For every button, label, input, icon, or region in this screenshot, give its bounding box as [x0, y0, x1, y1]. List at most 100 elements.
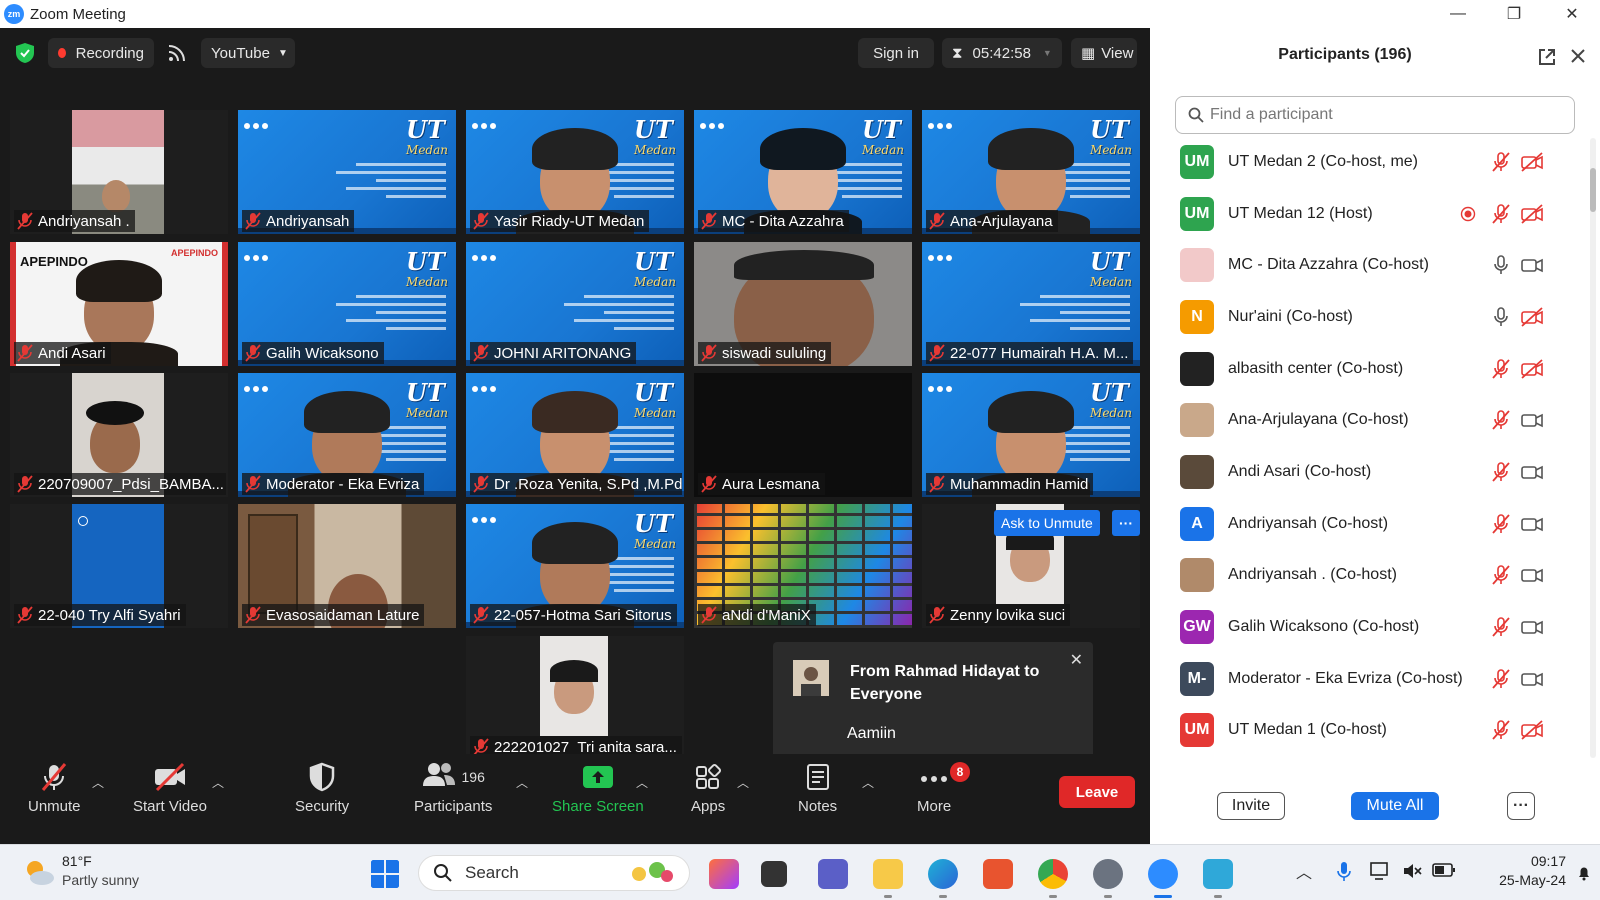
participant-row[interactable]: UM UT Medan 1 (Co-host) [1150, 705, 1580, 756]
encryption-shield-icon[interactable] [15, 42, 35, 64]
video-icon[interactable] [1520, 564, 1544, 586]
participant-row[interactable]: Ana-Arjulayana (Co-host) [1150, 394, 1580, 446]
video-tile[interactable]: UT Medan Muhammadin Hamid [922, 373, 1140, 497]
mic-muted-icon[interactable] [1490, 203, 1512, 225]
file-explorer-icon[interactable] [873, 859, 903, 889]
video-icon[interactable] [1520, 616, 1544, 638]
video-off-icon[interactable] [1520, 306, 1544, 328]
invite-button[interactable]: Invite [1217, 792, 1285, 820]
pop-out-icon[interactable] [1538, 48, 1556, 66]
microsoft-store-icon[interactable] [983, 859, 1013, 889]
settings-gear-icon[interactable] [1093, 859, 1123, 889]
notes-button[interactable]: Notes [798, 762, 837, 815]
sign-in-button[interactable]: Sign in [858, 38, 934, 68]
microphone-icon[interactable] [1490, 306, 1512, 328]
video-tile[interactable]: UT Medan Galih Wicaksono [238, 242, 456, 366]
video-tile[interactable]: Evasosaidaman Lature [238, 504, 456, 628]
meeting-timer[interactable]: ⧗ 05:42:58 ▼ [942, 38, 1062, 68]
video-tile[interactable]: UT Medan 22-077 Humairah H.A. M... [922, 242, 1140, 366]
video-tile[interactable]: Andriyansah . [10, 110, 228, 234]
participant-row[interactable]: N Nur'aini (Co-host) [1150, 291, 1580, 343]
panel-more-button[interactable]: ··· [1507, 792, 1535, 820]
video-off-icon[interactable] [1520, 151, 1544, 173]
mic-muted-icon[interactable] [1490, 616, 1512, 638]
apps-caret-icon[interactable]: ︿ [737, 774, 749, 791]
video-off-icon[interactable] [1520, 358, 1544, 380]
participant-row[interactable]: GW Galih Wicaksono (Co-host) [1150, 601, 1580, 653]
participants-caret-icon[interactable]: ︿ [516, 774, 528, 791]
stream-platform-dropdown[interactable]: YouTube ▼ [201, 38, 295, 68]
mic-muted-icon[interactable] [1490, 409, 1512, 431]
leave-button[interactable]: Leave [1059, 776, 1135, 808]
participant-search-input[interactable]: Find a participant [1175, 96, 1575, 134]
video-off-icon[interactable] [1520, 203, 1544, 225]
mic-muted-icon[interactable] [1490, 719, 1512, 741]
participant-row[interactable]: Andi Asari (Co-host) [1150, 446, 1580, 498]
participant-row[interactable]: UM UT Medan 12 (Host) [1150, 188, 1580, 240]
video-icon[interactable] [1520, 461, 1544, 483]
close-icon[interactable]: ✕ [1070, 650, 1083, 670]
video-tile[interactable]: 220709007_Pdsi_BAMBA... [10, 373, 228, 497]
audio-options-caret-icon[interactable]: ︿ [92, 774, 104, 791]
microphone-icon[interactable] [1336, 861, 1352, 883]
participant-row[interactable]: albasith center (Co-host) [1150, 343, 1580, 395]
video-tile[interactable]: UT Medan JOHNI ARITONANG [466, 242, 684, 366]
tile-more-button[interactable]: ··· [1112, 510, 1140, 536]
participant-scrollbar[interactable] [1590, 138, 1596, 758]
start-video-button[interactable]: Start Video [133, 762, 207, 815]
video-tile[interactable]: UT Medan Yasir Riady-UT Medan [466, 110, 684, 234]
view-button[interactable]: ▦ View [1071, 38, 1137, 68]
security-button[interactable]: Security [295, 762, 349, 815]
video-tile[interactable]: UT Medan Ana-Arjulayana [922, 110, 1140, 234]
video-tile[interactable]: APEPINDO APEPINDO Andi Asari [10, 242, 228, 366]
restore-button[interactable]: ❐ [1486, 0, 1542, 28]
notes-caret-icon[interactable]: ︿ [862, 774, 874, 791]
video-icon[interactable] [1520, 409, 1544, 431]
notification-bell-icon[interactable] [1576, 865, 1592, 881]
video-off-icon[interactable] [1520, 719, 1544, 741]
windows-start-icon[interactable] [370, 859, 400, 889]
ask-to-unmute-button[interactable]: Ask to Unmute [994, 510, 1100, 536]
taskbar-search[interactable]: Search [418, 855, 690, 891]
unmute-button[interactable]: Unmute [28, 762, 81, 815]
mic-muted-icon[interactable] [1490, 358, 1512, 380]
participant-row[interactable]: Andriyansah . (Co-host) [1150, 550, 1580, 602]
battery-icon[interactable] [1432, 863, 1456, 877]
video-tile[interactable]: UT Medan MC - Dita Azzahra [694, 110, 912, 234]
mic-muted-icon[interactable] [1490, 151, 1512, 173]
share-options-caret-icon[interactable]: ︿ [636, 774, 648, 791]
chat-notification[interactable]: From Rahmad Hidayat to Everyone Aamiin ✕ [773, 642, 1093, 774]
clock-date[interactable]: 25-May-24 [1478, 872, 1566, 888]
zoom-app-icon[interactable] [1148, 859, 1178, 889]
video-tile[interactable]: UT Medan 22-057-Hotma Sari Sitorus [466, 504, 684, 628]
apps-button[interactable]: Apps [691, 762, 725, 815]
video-icon[interactable] [1520, 254, 1544, 276]
microphone-icon[interactable] [1490, 254, 1512, 276]
participant-row[interactable]: UM UT Medan 2 (Co-host, me) [1150, 136, 1580, 188]
mic-muted-icon[interactable] [1490, 668, 1512, 690]
close-button[interactable]: ✕ [1544, 0, 1600, 28]
video-tile[interactable]: 22-040 Try Alfi Syahri [10, 504, 228, 628]
volume-muted-icon[interactable] [1402, 862, 1422, 880]
live-stream-icon[interactable] [168, 44, 186, 62]
task-view-icon[interactable] [761, 861, 787, 887]
partly-sunny-icon[interactable] [22, 857, 56, 887]
mic-muted-icon[interactable] [1490, 513, 1512, 535]
teams-icon[interactable] [818, 859, 848, 889]
video-tile[interactable]: aNdi d'ManiX [694, 504, 912, 628]
video-icon[interactable] [1520, 668, 1544, 690]
more-button[interactable]: More [917, 762, 951, 815]
weather-temperature[interactable]: 81°F [62, 853, 92, 869]
participant-row[interactable]: MC - Dita Azzahra (Co-host) [1150, 239, 1580, 291]
close-icon[interactable] [1570, 48, 1586, 64]
chrome-icon[interactable] [1038, 859, 1068, 889]
video-tile[interactable]: UT Medan Andriyansah [238, 110, 456, 234]
network-icon[interactable] [1370, 861, 1392, 881]
notepad-icon[interactable] [1203, 859, 1233, 889]
copilot-pre-icon[interactable] [709, 859, 739, 889]
minimize-button[interactable]: — [1430, 0, 1486, 28]
edge-icon[interactable] [928, 859, 958, 889]
video-tile[interactable]: siswadi sululing [694, 242, 912, 366]
weather-condition[interactable]: Partly sunny [62, 872, 139, 888]
video-tile[interactable]: UT Medan Dr .Roza Yenita, S.Pd ,M.Pd [466, 373, 684, 497]
